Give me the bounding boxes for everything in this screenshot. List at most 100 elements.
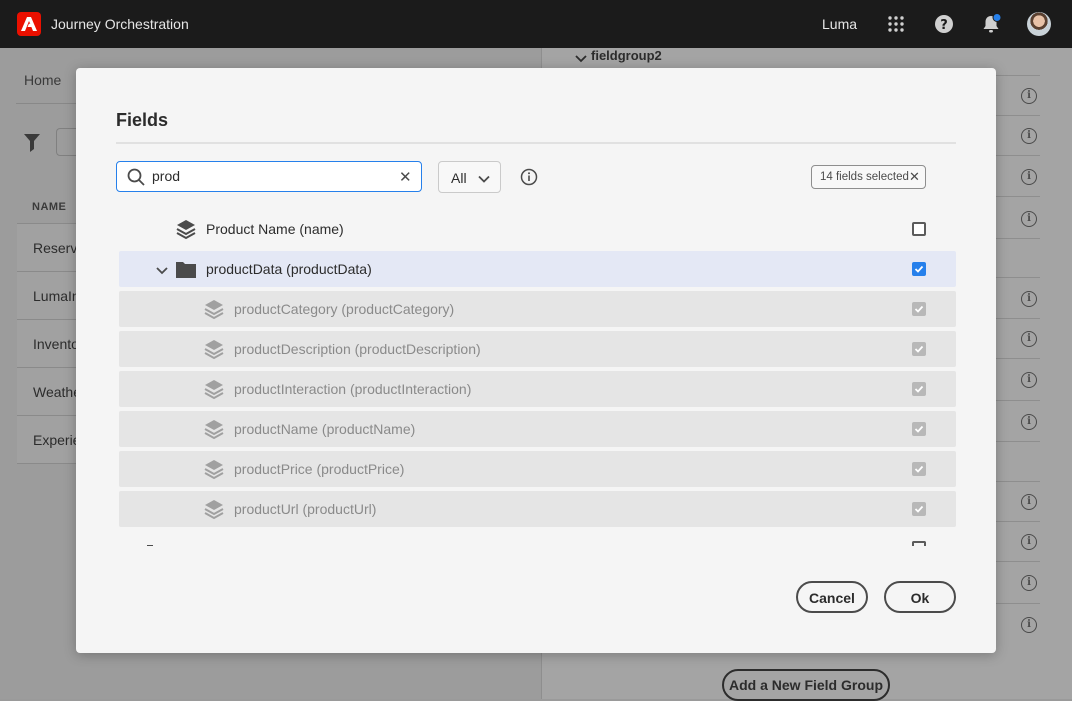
filter-dropdown-value: All: [451, 170, 467, 186]
divider: [996, 358, 1040, 359]
org-switcher[interactable]: Luma: [822, 16, 857, 32]
layers-icon: [203, 378, 225, 400]
divider: [16, 103, 76, 104]
column-header-name[interactable]: NAME: [32, 201, 66, 213]
divider: [996, 521, 1040, 522]
divider: [996, 155, 1040, 156]
divider: [17, 463, 77, 464]
layers-icon: [203, 298, 225, 320]
search-icon: [127, 168, 145, 191]
divider: [996, 603, 1040, 604]
cancel-button[interactable]: Cancel: [796, 581, 868, 613]
divider: [996, 561, 1040, 562]
add-field-group-button[interactable]: Add a New Field Group: [722, 669, 890, 701]
list-item[interactable]: LumaIn: [17, 271, 77, 319]
divider: [996, 115, 1040, 116]
field-row-child[interactable]: productPrice (productPrice): [119, 451, 956, 487]
selected-fields-tag[interactable]: 14 fields selected ✕: [811, 165, 926, 189]
field-label: productCategory (productCategory): [234, 301, 455, 317]
field-row-selected[interactable]: productData (productData): [119, 251, 956, 287]
list-item[interactable]: Weathe: [17, 367, 77, 415]
field-row-child[interactable]: productInteraction (productInteraction): [119, 371, 956, 407]
search-field[interactable]: ✕: [116, 161, 422, 192]
field-checkbox[interactable]: [912, 502, 926, 516]
field-label: productData (productData): [206, 261, 372, 277]
field-checkbox[interactable]: [912, 222, 926, 236]
field-label: productPrice (productPrice): [234, 461, 405, 477]
divider: [996, 75, 1040, 76]
svg-text:?: ?: [940, 18, 948, 33]
list-item[interactable]: Experie: [17, 415, 77, 463]
field-checkbox[interactable]: [912, 262, 926, 276]
divider: [996, 441, 1040, 442]
clear-icon[interactable]: ✕: [399, 168, 412, 186]
info-icon[interactable]: i: [1021, 88, 1037, 104]
layers-icon: [203, 338, 225, 360]
filter-dropdown[interactable]: All: [438, 161, 501, 193]
breadcrumb-home[interactable]: Home: [24, 72, 61, 88]
list-item[interactable]: Invento: [17, 319, 77, 367]
field-label: productDescription (productDescription): [234, 341, 481, 357]
field-checkbox[interactable]: [912, 422, 926, 436]
field-label: productName (productName): [234, 421, 416, 437]
field-checkbox[interactable]: [912, 541, 926, 546]
clear-selection-icon[interactable]: ✕: [909, 169, 920, 185]
folder-icon: [175, 258, 197, 280]
adobe-logo[interactable]: [17, 12, 41, 36]
field-row[interactable]: Product Name (name): [119, 211, 956, 247]
app-title[interactable]: Journey Orchestration: [51, 16, 189, 32]
divider: [996, 238, 1040, 239]
info-icon[interactable]: i: [1021, 414, 1037, 430]
chevron-down-icon: [478, 171, 490, 187]
field-label: productInteraction (productInteraction): [234, 381, 472, 397]
info-icon[interactable]: i: [1021, 331, 1037, 347]
info-icon[interactable]: i: [1021, 169, 1037, 185]
info-icon[interactable]: i: [1021, 211, 1037, 227]
list-item[interactable]: Reserva: [17, 223, 77, 271]
field-checkbox[interactable]: [912, 302, 926, 316]
filter-icon[interactable]: [24, 134, 40, 157]
field-row-partial[interactable]: [146, 538, 956, 546]
field-row-child[interactable]: productCategory (productCategory): [119, 291, 956, 327]
field-checkbox[interactable]: [912, 382, 926, 396]
help-icon[interactable]: ?: [932, 12, 956, 36]
layers-icon: [203, 458, 225, 480]
top-bar: Journey Orchestration Luma ?: [0, 0, 1072, 48]
info-icon[interactable]: i: [1021, 617, 1037, 633]
chevron-down-icon[interactable]: [156, 263, 168, 281]
apps-grid-icon[interactable]: [884, 12, 908, 36]
layers-icon: [175, 218, 197, 240]
field-row-child[interactable]: productDescription (productDescription): [119, 331, 956, 367]
field-label: productUrl (productUrl): [234, 501, 377, 517]
field-checkbox[interactable]: [912, 462, 926, 476]
field-checkbox[interactable]: [912, 342, 926, 356]
bell-icon[interactable]: [979, 12, 1003, 36]
avatar[interactable]: [1027, 12, 1051, 36]
info-icon[interactable]: i: [1021, 534, 1037, 550]
info-icon[interactable]: i: [1021, 575, 1037, 591]
info-icon[interactable]: i: [1021, 128, 1037, 144]
ok-button[interactable]: Ok: [884, 581, 956, 613]
field-row-child[interactable]: productName (productName): [119, 411, 956, 447]
folder-icon: [147, 538, 169, 546]
field-row-child[interactable]: productUrl (productUrl): [119, 491, 956, 527]
divider: [996, 196, 1040, 197]
search-input[interactable]: [152, 165, 392, 187]
divider: [996, 318, 1040, 319]
divider: [996, 400, 1040, 401]
divider: [116, 142, 956, 144]
layers-icon: [203, 418, 225, 440]
info-icon[interactable]: i: [1021, 291, 1037, 307]
info-icon[interactable]: i: [1021, 372, 1037, 388]
field-group-title[interactable]: fieldgroup2: [591, 48, 662, 63]
fields-dialog: Fields ✕ All 14 fields selected ✕ Produc…: [76, 68, 996, 653]
divider: [996, 277, 1040, 278]
field-label: Product Name (name): [206, 221, 344, 237]
layers-icon: [203, 498, 225, 520]
dialog-title: Fields: [116, 110, 169, 130]
chevron-down-icon[interactable]: [575, 51, 587, 69]
info-icon[interactable]: i: [1021, 494, 1037, 510]
info-icon[interactable]: [520, 168, 538, 191]
divider: [996, 481, 1040, 482]
selected-fields-count: 14 fields selected: [820, 171, 909, 183]
